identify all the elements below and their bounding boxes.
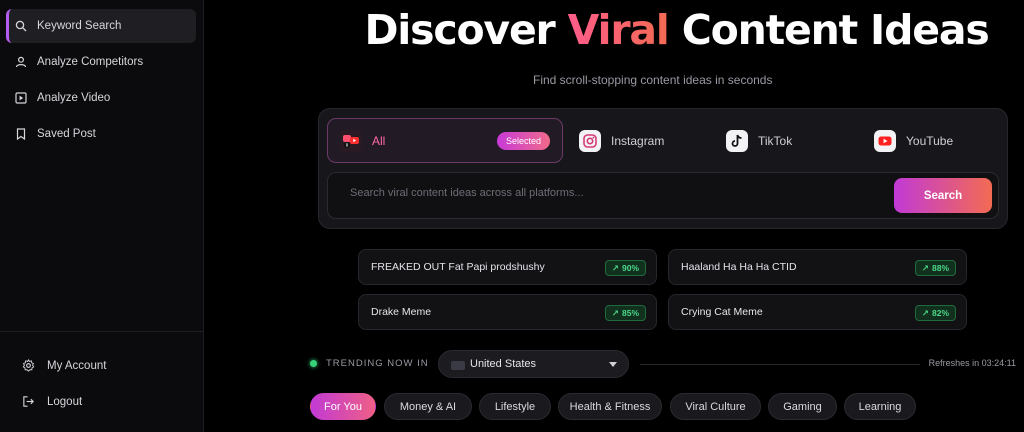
suggestion-card[interactable]: Crying Cat Meme ↗ 82% bbox=[668, 294, 967, 330]
title-part-1: Discover bbox=[364, 6, 568, 54]
all-platforms-icon bbox=[340, 129, 362, 152]
suggestion-card[interactable]: Drake Meme ↗ 85% bbox=[358, 294, 657, 330]
bookmark-icon bbox=[15, 128, 27, 140]
title-part-2: Content Ideas bbox=[668, 6, 990, 54]
gear-icon bbox=[22, 359, 36, 373]
tab-label: Instagram bbox=[611, 133, 665, 148]
nav-label: Saved Post bbox=[37, 128, 96, 140]
chip-gaming[interactable]: Gaming bbox=[768, 393, 837, 420]
live-indicator bbox=[310, 360, 317, 367]
trending-bar: TRENDING NOW IN United States Refreshes … bbox=[310, 350, 1016, 378]
tab-youtube[interactable]: YouTube bbox=[872, 118, 1002, 163]
chip-learning[interactable]: Learning bbox=[844, 393, 916, 420]
tab-label: TikTok bbox=[758, 133, 793, 148]
chip-for-you[interactable]: For You bbox=[310, 393, 376, 420]
search-box: Search bbox=[327, 172, 999, 219]
nav-my-account[interactable]: My Account bbox=[22, 351, 202, 381]
chevron-down-icon bbox=[609, 362, 617, 367]
account-label: Logout bbox=[47, 396, 83, 408]
search-icon bbox=[15, 20, 27, 32]
divider bbox=[640, 364, 920, 365]
score-badge: ↗ 90% bbox=[604, 260, 646, 276]
nav-label: Keyword Search bbox=[37, 20, 122, 32]
tab-all-platforms[interactable]: All Selected bbox=[327, 118, 563, 163]
search-panel: All Selected Instagram TikTok YouTube Se… bbox=[318, 108, 1008, 229]
user-icon bbox=[15, 56, 27, 68]
score-badge: ↗ 82% bbox=[914, 305, 956, 321]
search-input[interactable] bbox=[350, 187, 870, 199]
play-square-icon bbox=[15, 92, 27, 104]
chip-money-ai[interactable]: Money & AI bbox=[384, 393, 472, 420]
sidebar-divider bbox=[0, 331, 204, 332]
trending-label: TRENDING NOW IN bbox=[326, 358, 429, 369]
nav-saved-post[interactable]: Saved Post bbox=[6, 117, 196, 151]
nav-label: Analyze Competitors bbox=[37, 56, 144, 68]
score-value: 90% bbox=[621, 263, 639, 273]
trend-up-icon: ↗ bbox=[611, 307, 619, 318]
chip-viral-culture[interactable]: Viral Culture bbox=[670, 393, 761, 420]
flag-icon bbox=[451, 361, 465, 370]
tab-tiktok[interactable]: TikTok bbox=[724, 118, 864, 163]
refresh-timer: Refreshes in 03:24:11 bbox=[928, 358, 1016, 368]
logout-icon bbox=[22, 395, 36, 409]
account-label: My Account bbox=[47, 360, 107, 372]
suggestion-card[interactable]: Haaland Ha Ha Ha CTID ↗ 88% bbox=[668, 249, 967, 285]
chip-health-fitness[interactable]: Health & Fitness bbox=[558, 393, 662, 420]
suggestion-card[interactable]: FREAKED OUT Fat Papi prodshushy ↗ 90% bbox=[358, 249, 657, 285]
tab-label: YouTube bbox=[906, 133, 954, 148]
score-value: 88% bbox=[931, 263, 949, 273]
score-value: 85% bbox=[621, 308, 639, 318]
nav-logout[interactable]: Logout bbox=[22, 387, 202, 417]
country-value: United States bbox=[470, 358, 537, 370]
page-subtitle: Find scroll-stopping content ideas in se… bbox=[533, 73, 773, 87]
selected-badge: Selected bbox=[496, 132, 550, 150]
suggestion-text: Haaland Ha Ha Ha CTID bbox=[681, 261, 797, 273]
tab-label: All bbox=[372, 133, 386, 148]
page-title: Discover Viral Content Ideas bbox=[204, 6, 1024, 54]
suggestion-text: Drake Meme bbox=[371, 306, 432, 318]
tiktok-icon bbox=[726, 129, 748, 152]
score-badge: ↗ 88% bbox=[914, 260, 956, 276]
sidebar: Keyword Search Analyze Competitors Analy… bbox=[0, 0, 204, 432]
instagram-icon bbox=[579, 129, 601, 152]
trend-up-icon: ↗ bbox=[921, 307, 929, 318]
suggestion-text: Crying Cat Meme bbox=[681, 306, 763, 318]
title-accent: Viral bbox=[567, 6, 670, 54]
chip-lifestyle[interactable]: Lifestyle bbox=[479, 393, 551, 420]
trend-up-icon: ↗ bbox=[921, 262, 929, 273]
nav-label: Analyze Video bbox=[37, 92, 111, 104]
trend-up-icon: ↗ bbox=[611, 262, 619, 273]
country-dropdown[interactable]: United States bbox=[438, 350, 629, 378]
nav-keyword-search[interactable]: Keyword Search bbox=[6, 9, 196, 43]
score-value: 82% bbox=[931, 308, 949, 318]
search-button[interactable]: Search bbox=[894, 178, 992, 213]
tab-instagram[interactable]: Instagram bbox=[577, 118, 727, 163]
nav-analyze-video[interactable]: Analyze Video bbox=[6, 81, 196, 115]
nav-analyze-competitors[interactable]: Analyze Competitors bbox=[6, 45, 196, 79]
score-badge: ↗ 85% bbox=[604, 305, 646, 321]
youtube-icon bbox=[874, 129, 896, 152]
suggestion-text: FREAKED OUT Fat Papi prodshushy bbox=[371, 261, 545, 273]
